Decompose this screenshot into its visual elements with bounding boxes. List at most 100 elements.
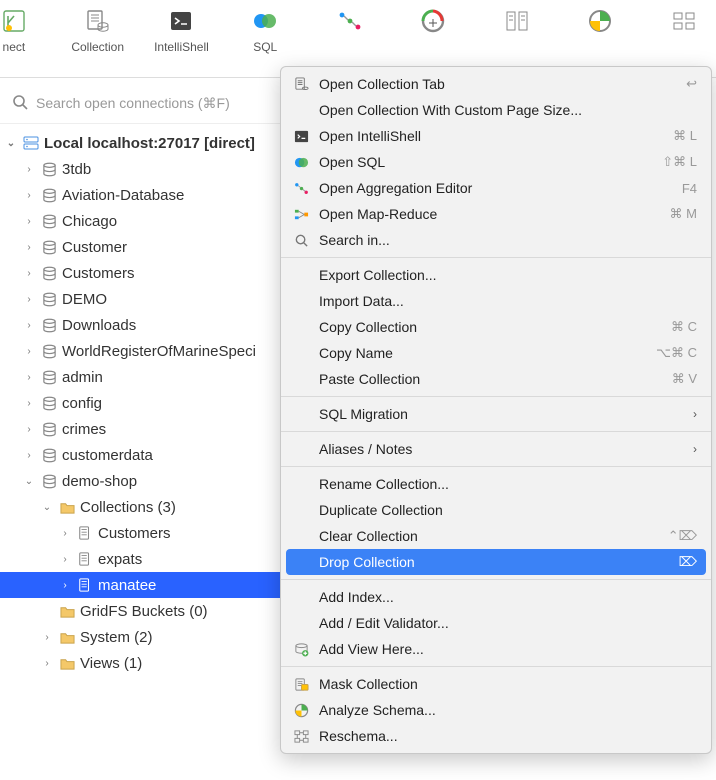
menu-item[interactable]: Open Collection With Custom Page Size... [281, 97, 711, 123]
database-label: Aviation-Database [62, 187, 184, 204]
menu-separator [281, 396, 711, 397]
toolbar-compare[interactable] [485, 6, 549, 40]
chevron-right-icon: › [22, 372, 36, 383]
chevron-down-icon: ⌄ [40, 502, 54, 513]
menu-item[interactable]: Copy Name⌥⌘ C [281, 340, 711, 366]
toolbar-label: Collection [71, 40, 124, 54]
menu-item[interactable]: Add / Edit Validator... [281, 610, 711, 636]
collections-folder[interactable]: ⌄ Collections (3) [0, 494, 285, 520]
blank-icon [291, 440, 311, 458]
chevron-right-icon: › [693, 442, 697, 456]
collection-node[interactable]: ›manatee [0, 572, 285, 598]
database-icon [40, 238, 58, 256]
menu-item[interactable]: Open Collection Tab ↩ [281, 71, 711, 97]
system-folder[interactable]: › System (2) [0, 624, 285, 650]
menu-item[interactable]: Add Index... [281, 584, 711, 610]
database-node[interactable]: ›DEMO [0, 286, 285, 312]
folder-icon [58, 498, 76, 516]
toolbar-connect[interactable]: nect [0, 6, 46, 54]
database-icon [40, 342, 58, 360]
database-node[interactable]: ›Customer [0, 234, 285, 260]
menu-item[interactable]: Drop Collection⌦ [286, 549, 706, 575]
database-node[interactable]: ›customerdata [0, 442, 285, 468]
menu-item[interactable]: Import Data... [281, 288, 711, 314]
menu-item[interactable]: Rename Collection... [281, 471, 711, 497]
blank-icon [291, 527, 311, 545]
menu-item[interactable]: Aliases / Notes› [281, 436, 711, 462]
database-label: Downloads [62, 317, 136, 334]
connection-node[interactable]: ⌄ Local localhost:27017 [direct] [0, 130, 285, 156]
menu-item[interactable]: SQL Migration› [281, 401, 711, 427]
menu-item[interactable]: Search in... [281, 227, 711, 253]
toolbar-collection[interactable]: Collection [66, 6, 130, 54]
toolbar-sql[interactable]: SQL [233, 6, 297, 54]
database-node[interactable]: ›3tdb [0, 156, 285, 182]
database-icon [40, 368, 58, 386]
reschema-icon [291, 727, 311, 745]
schema-icon [291, 701, 311, 719]
chevron-right-icon: › [22, 424, 36, 435]
database-node[interactable]: ›Downloads [0, 312, 285, 338]
search-placeholder: Search open connections (⌘F) [36, 95, 230, 112]
database-label: crimes [62, 421, 106, 438]
folder-icon [58, 628, 76, 646]
toolbar-reschema[interactable] [652, 6, 716, 40]
menu-separator [281, 666, 711, 667]
menu-item[interactable]: Open Map-Reduce⌘ M [281, 201, 711, 227]
shortcut: ⇧⌘ L [662, 154, 697, 170]
menu-item[interactable]: Mask Collection [281, 671, 711, 697]
menu-item[interactable]: Open SQL⇧⌘ L [281, 149, 711, 175]
views-folder[interactable]: › Views (1) [0, 650, 285, 676]
collection-node[interactable]: ›expats [0, 546, 285, 572]
blank-icon [291, 501, 311, 519]
menu-label: Open Collection Tab [319, 76, 678, 92]
menu-item[interactable]: Analyze Schema... [281, 697, 711, 723]
collection-label: expats [98, 551, 142, 568]
chevron-down-icon: ⌄ [4, 138, 18, 149]
collection-label: Customers [98, 525, 171, 542]
database-node[interactable]: ›Chicago [0, 208, 285, 234]
toolbar-profile[interactable] [401, 6, 465, 40]
menu-item[interactable]: Open Aggregation EditorF4 [281, 175, 711, 201]
menu-separator [281, 466, 711, 467]
menu-item[interactable]: Open IntelliShell⌘ L [281, 123, 711, 149]
menu-label: Analyze Schema... [319, 702, 697, 718]
intellishell-icon [166, 6, 196, 36]
chevron-right-icon: › [22, 190, 36, 201]
menu-item[interactable]: Reschema... [281, 723, 711, 749]
database-node[interactable]: ›Customers [0, 260, 285, 286]
search-input[interactable]: Search open connections (⌘F) [0, 88, 285, 119]
collection-node[interactable]: ›Customers [0, 520, 285, 546]
database-node[interactable]: ›WorldRegisterOfMarineSpeci [0, 338, 285, 364]
menu-label: Open Map-Reduce [319, 206, 662, 222]
chevron-right-icon: › [22, 268, 36, 279]
database-node[interactable]: › crimes [0, 416, 285, 442]
database-icon [40, 264, 58, 282]
menu-separator [281, 579, 711, 580]
folder-icon [58, 654, 76, 672]
menu-item[interactable]: Paste Collection⌘ V [281, 366, 711, 392]
menu-label: Open Aggregation Editor [319, 180, 674, 196]
database-node-demo-shop[interactable]: ⌄ demo-shop [0, 468, 285, 494]
menu-item[interactable]: Add View Here... [281, 636, 711, 662]
toolbar-schema[interactable] [568, 6, 632, 40]
toolbar-aggregation[interactable] [317, 6, 381, 40]
menu-item[interactable]: Copy Collection⌘ C [281, 314, 711, 340]
menu-item[interactable]: Duplicate Collection [281, 497, 711, 523]
shortcut: ⌘ V [672, 371, 697, 387]
gridfs-folder[interactable]: GridFS Buckets (0) [0, 598, 285, 624]
addview-icon [291, 640, 311, 658]
shortcut: ⌃⌦ [668, 528, 697, 544]
database-node[interactable]: › Aviation-Database [0, 182, 285, 208]
toolbar-intellishell[interactable]: IntelliShell [150, 6, 214, 54]
connection-label: Local localhost:27017 [direct] [44, 135, 255, 152]
menu-item[interactable]: Export Collection... [281, 262, 711, 288]
aggregation-icon [334, 6, 364, 36]
shortcut: ↩ [686, 76, 697, 92]
menu-item[interactable]: Clear Collection⌃⌦ [281, 523, 711, 549]
database-node[interactable]: ›admin [0, 364, 285, 390]
chevron-right-icon: › [22, 164, 36, 175]
sql-icon [291, 153, 311, 171]
menu-label: Open IntelliShell [319, 128, 665, 144]
database-node[interactable]: ›config [0, 390, 285, 416]
